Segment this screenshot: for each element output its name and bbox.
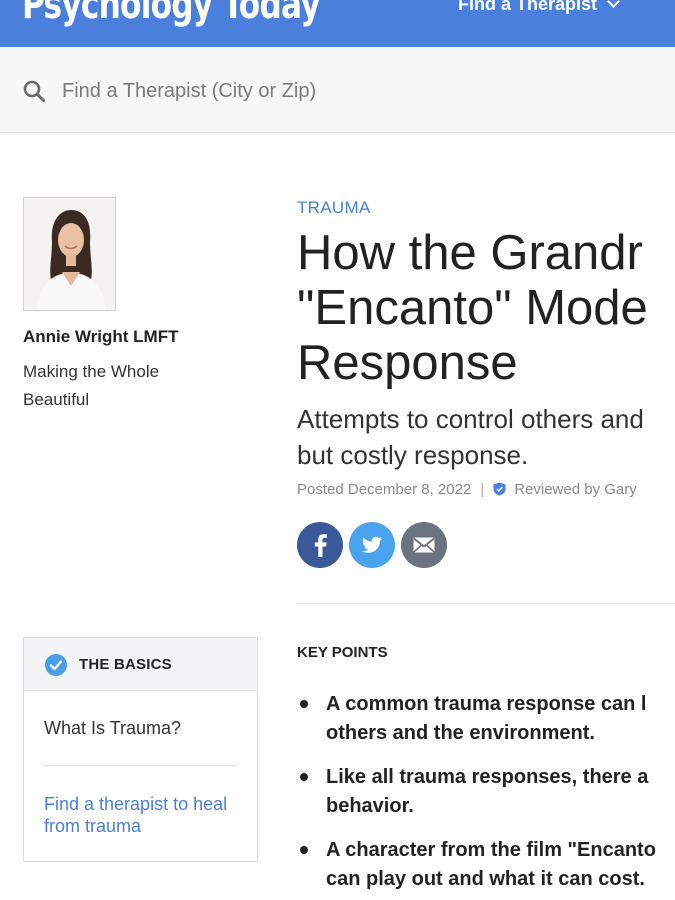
headline-line: How the Grandr <box>297 226 643 280</box>
verified-shield-icon <box>493 482 506 496</box>
article-meta: Posted December 8, 2022 | Reviewed by Gary <box>297 481 637 498</box>
author-photo[interactable] <box>23 197 116 311</box>
section-divider <box>297 603 675 604</box>
posted-date: Posted December 8, 2022 <box>297 481 472 498</box>
find-therapist-menu[interactable]: Find a Therapist <box>458 0 620 15</box>
find-therapist-label: Find a Therapist <box>458 0 598 14</box>
subhead-line: Attempts to control others and <box>297 404 644 434</box>
site-logo[interactable]: Psychology Today <box>22 0 321 28</box>
key-points-list: A common trauma response can l others an… <box>297 690 675 900</box>
headline-line: Response <box>297 336 518 390</box>
key-point-item: A character from the film "Encanto can p… <box>297 836 675 894</box>
basics-link-what-is-trauma[interactable]: What Is Trauma? <box>44 718 181 739</box>
basics-divider <box>44 765 237 766</box>
basics-header: THE BASICS <box>24 638 257 691</box>
author-name[interactable]: Annie Wright LMFT <box>23 327 179 347</box>
key-point-line: A character from the film "Encanto <box>326 839 656 861</box>
reviewed-by[interactable]: Reviewed by Gary <box>514 481 637 498</box>
check-circle-icon <box>45 654 67 676</box>
key-point-item: A common trauma response can l others an… <box>297 690 675 748</box>
share-email-button[interactable] <box>401 522 447 568</box>
key-points-title: KEY POINTS <box>297 644 388 661</box>
basics-title: THE BASICS <box>79 656 172 673</box>
author-tagline: Making the Whole Beautiful <box>23 362 160 409</box>
key-point-line: A common trauma response can l <box>326 693 647 715</box>
article-headline: How the Grandr "Encanto" Mode Response <box>297 226 675 391</box>
facebook-icon <box>314 534 327 557</box>
article-subhead: Attempts to control others and but costl… <box>297 401 675 473</box>
therapist-search-bar <box>0 47 675 133</box>
email-icon <box>413 537 435 553</box>
key-point-item: Like all trauma responses, there a behav… <box>297 763 675 821</box>
top-navigation-bar: Psychology Today Find a Therapist <box>0 0 675 47</box>
therapist-search-input[interactable] <box>62 75 662 107</box>
author-portrait <box>24 198 115 310</box>
find-therapist-trauma-link[interactable]: Find a therapist to heal from trauma <box>44 793 244 837</box>
key-point-line: Like all trauma responses, there a <box>326 766 649 788</box>
chevron-down-icon <box>607 0 620 8</box>
key-point-line: can play out and what it can cost. <box>326 868 645 890</box>
meta-separator: | <box>480 481 485 498</box>
basics-box: THE BASICS What Is Trauma? Find a therap… <box>23 637 258 862</box>
key-point-line: behavior. <box>326 795 414 817</box>
search-icon[interactable] <box>22 79 46 103</box>
article-category[interactable]: TRAUMA <box>297 198 371 218</box>
subhead-line: but costly response. <box>297 440 529 470</box>
share-twitter-button[interactable] <box>349 522 395 568</box>
share-facebook-button[interactable] <box>297 522 343 568</box>
key-point-line: others and the environment. <box>326 722 595 744</box>
twitter-icon <box>362 536 382 553</box>
headline-line: "Encanto" Mode <box>297 281 648 335</box>
